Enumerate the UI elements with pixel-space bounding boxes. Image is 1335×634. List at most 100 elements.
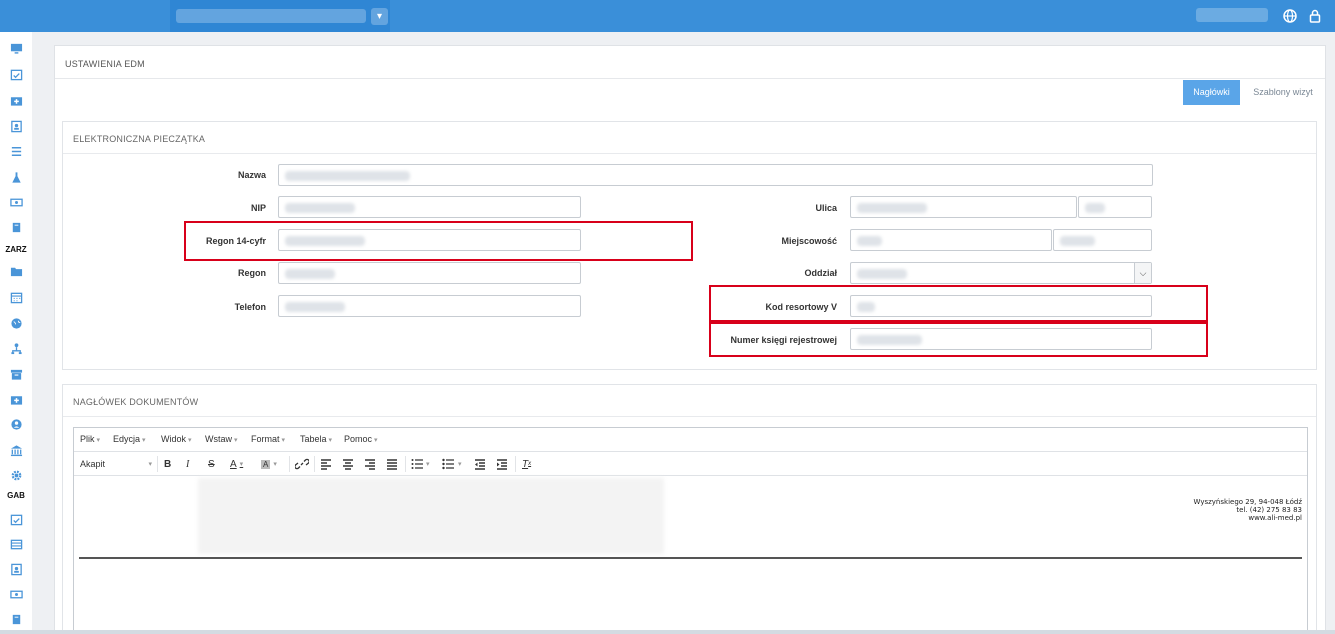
regon-input[interactable] [278, 262, 581, 284]
phone-input[interactable] [278, 295, 581, 317]
chevron-down-icon[interactable]: ▾ [426, 457, 430, 471]
sidebar-item-money[interactable] [0, 192, 32, 212]
align-justify-icon[interactable] [386, 457, 398, 471]
text-color-icon[interactable]: A ▾ [230, 457, 243, 471]
tab-headers[interactable]: Nagłówki [1183, 80, 1240, 105]
highlight-color-icon[interactable]: A ▾ [261, 457, 277, 471]
strikethrough-icon[interactable]: S [208, 457, 215, 471]
folder-icon [10, 267, 22, 276]
sidebar-item-archive[interactable] [0, 364, 32, 384]
sidebar-item-medkit[interactable] [0, 90, 32, 110]
sidebar-item-user[interactable] [0, 414, 32, 434]
editor-content[interactable]: Wyszyńskiego 29, 94-048 Łódź tel. (42) 2… [74, 476, 1307, 633]
chevron-down-icon[interactable]: ⌵ [1134, 263, 1151, 283]
menu-edit[interactable]: Edycja ▾ [113, 434, 146, 444]
rich-text-editor[interactable]: Plik ▾ Edycja ▾ Widok ▾ Wstaw ▾ Format ▾ Tabe… [73, 427, 1308, 634]
separator [289, 456, 290, 472]
context-value [176, 9, 366, 23]
branch-select[interactable]: ⌵ [850, 262, 1152, 284]
contact-card-icon [10, 120, 22, 132]
sidebar-item-book-2[interactable] [0, 609, 32, 629]
sidebar-item-book[interactable] [0, 217, 32, 237]
street-number-input[interactable] [1078, 196, 1152, 218]
monitor-icon [10, 43, 22, 54]
lock-icon[interactable] [1306, 7, 1324, 25]
sidebar-item-folder[interactable] [0, 261, 32, 281]
menu-help[interactable]: Pomoc ▾ [344, 434, 378, 444]
menu-view[interactable]: Widok ▾ [161, 434, 192, 444]
sidebar-item-contact-2[interactable] [0, 559, 32, 579]
menu-table[interactable]: Tabela ▾ [300, 434, 332, 444]
field-value [285, 171, 410, 181]
user-name[interactable] [1196, 8, 1268, 22]
street-input[interactable] [850, 196, 1077, 218]
bold-icon[interactable]: B [164, 457, 171, 471]
menu-file[interactable]: Plik ▾ [80, 434, 100, 444]
align-left-icon[interactable] [320, 457, 332, 471]
tab-visit-templates[interactable]: Szablony wizyt [1244, 80, 1322, 105]
menu-insert[interactable]: Wstaw ▾ [205, 434, 238, 444]
sidebar-item-sitemap[interactable] [0, 338, 32, 358]
align-center-icon[interactable] [342, 457, 354, 471]
field-value [857, 203, 927, 213]
sidebar-item-table[interactable] [0, 534, 32, 554]
field-value [857, 269, 907, 279]
field-value [1085, 203, 1105, 213]
sidebar-item-list[interactable] [0, 141, 32, 161]
calendar-check-icon [10, 69, 22, 80]
italic-icon[interactable]: I [186, 457, 189, 471]
clear-formatting-icon[interactable]: Tx [522, 457, 531, 471]
bank-icon [10, 444, 22, 456]
sidebar-item-bank[interactable] [0, 440, 32, 460]
city-input[interactable] [850, 229, 1052, 251]
nip-label: NIP [250, 203, 266, 213]
sidebar-item-medkit-2[interactable] [0, 389, 32, 409]
link-icon[interactable] [295, 457, 309, 471]
block-format-select[interactable]: Akapit ▾ [80, 457, 152, 471]
section-title: ELEKTRONICZNA PIECZĄTKA [73, 134, 206, 144]
section-title: NAGŁÓWEK DOKUMENTÓW [73, 397, 199, 407]
context-selector[interactable]: ▾ [170, 0, 390, 32]
city-label: Miejscowość [781, 236, 837, 246]
sidebar-item-settings[interactable] [0, 465, 32, 485]
chevron-down-icon: ▾ [148, 461, 152, 468]
separator [405, 456, 406, 472]
numbered-list-icon[interactable] [411, 457, 423, 471]
archive-icon [10, 369, 22, 380]
field-value [857, 236, 882, 246]
globe-icon[interactable] [1281, 7, 1299, 25]
sidebar-item-lab[interactable] [0, 167, 32, 187]
sidebar-item-contact[interactable] [0, 116, 32, 136]
book-icon [12, 222, 20, 232]
money-icon [9, 590, 23, 598]
page-title: USTAWIENIA EDM [65, 59, 145, 69]
branch-label: Oddział [804, 268, 837, 278]
outdent-icon[interactable] [474, 457, 486, 471]
regon-label: Regon [238, 268, 266, 278]
globe-icon [10, 317, 22, 329]
name-label: Nazwa [237, 170, 266, 180]
phone-label: Telefon [234, 302, 266, 312]
separator [157, 456, 158, 472]
sidebar-item-money-2[interactable] [0, 584, 32, 604]
chevron-down-icon[interactable]: ▾ [458, 457, 462, 471]
postal-code-input[interactable] [1053, 229, 1152, 251]
street-label: Ulica [815, 203, 837, 213]
contact-card-icon [10, 563, 22, 575]
bullet-list-icon[interactable] [442, 457, 454, 471]
editor-toolbar: Akapit ▾ B I S A ▾ A ▾ ▾ ▾ Tx [74, 452, 1307, 476]
nip-input[interactable] [278, 196, 581, 218]
sidebar-item-calendar-check-2[interactable] [0, 509, 32, 529]
sidebar-item-calendar-check[interactable] [0, 64, 32, 84]
sidebar-item-monitor[interactable] [0, 38, 32, 58]
sidebar: ZARZ GAB [0, 32, 32, 634]
align-right-icon[interactable] [364, 457, 376, 471]
name-input[interactable] [278, 164, 1153, 186]
chevron-down-icon[interactable]: ▾ [371, 8, 388, 25]
horizontal-scrollbar[interactable] [0, 630, 1335, 634]
sidebar-item-calendar[interactable] [0, 287, 32, 307]
menu-format[interactable]: Format ▾ [251, 434, 285, 444]
sidebar-item-globe[interactable] [0, 313, 32, 333]
separator [314, 456, 315, 472]
indent-icon[interactable] [496, 457, 508, 471]
